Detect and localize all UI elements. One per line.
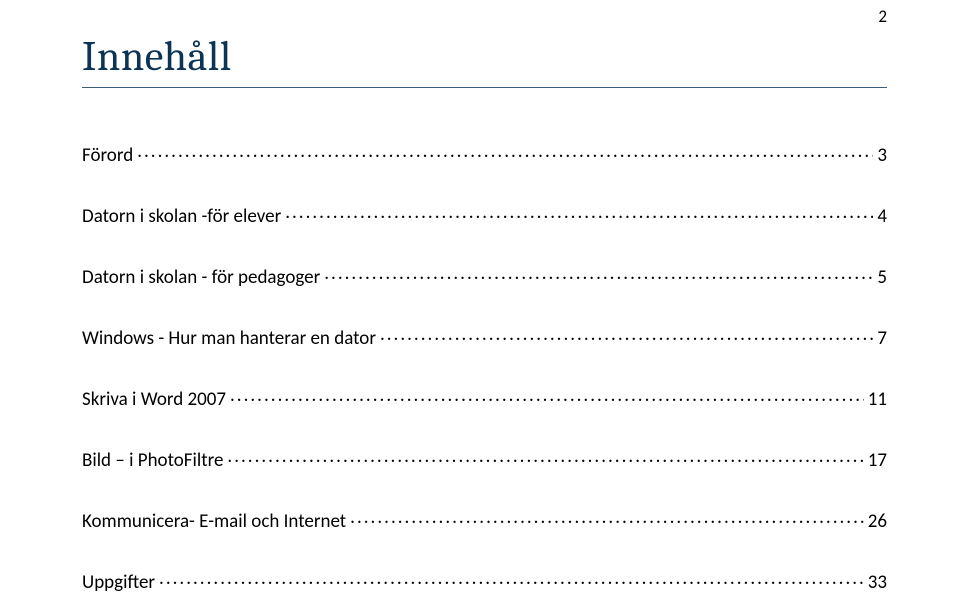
toc-page-number: 7 xyxy=(877,329,887,348)
toc-leader xyxy=(230,386,864,405)
table-of-contents: Förord 3 Datorn i skolan -för elever 4 D… xyxy=(82,142,887,608)
page-title: Innehåll xyxy=(82,32,887,81)
toc-label: Bild – i PhotoFiltre xyxy=(82,451,223,470)
toc-page-number: 26 xyxy=(868,512,887,531)
toc-leader xyxy=(350,508,864,527)
toc-page-number: 4 xyxy=(877,207,887,226)
toc-page-number: 5 xyxy=(877,268,887,287)
toc-label: Datorn i skolan -för elever xyxy=(82,207,281,226)
toc-label: Uppgifter xyxy=(82,573,155,592)
title-underline xyxy=(82,87,887,88)
toc-leader xyxy=(227,447,863,466)
toc-leader xyxy=(324,264,873,283)
toc-label: Kommunicera- E-mail och Internet xyxy=(82,512,346,531)
toc-page-number: 3 xyxy=(877,146,887,165)
toc-entry: Windows - Hur man hanterar en dator 7 xyxy=(82,325,887,348)
toc-label: Skriva i Word 2007 xyxy=(82,390,226,409)
toc-leader xyxy=(159,569,864,588)
toc-entry: Kommunicera- E-mail och Internet 26 xyxy=(82,508,887,531)
toc-leader xyxy=(380,325,873,344)
toc-entry: Datorn i skolan - för pedagoger 5 xyxy=(82,264,887,287)
toc-label: Förord xyxy=(82,146,133,165)
toc-page-number: 17 xyxy=(868,451,887,470)
toc-entry: Skriva i Word 2007 11 xyxy=(82,386,887,409)
toc-entry: Datorn i skolan -för elever 4 xyxy=(82,203,887,226)
toc-entry: Bild – i PhotoFiltre 17 xyxy=(82,447,887,470)
toc-page-number: 33 xyxy=(868,573,887,592)
toc-label: Datorn i skolan - för pedagoger xyxy=(82,268,320,287)
document-page: 2 Innehåll Förord 3 Datorn i skolan -för… xyxy=(0,0,959,608)
toc-label: Windows - Hur man hanterar en dator xyxy=(82,329,376,348)
page-number: 2 xyxy=(878,6,887,27)
toc-page-number: 11 xyxy=(868,390,887,409)
toc-leader xyxy=(137,142,873,161)
toc-entry: Förord 3 xyxy=(82,142,887,165)
toc-entry: Uppgifter 33 xyxy=(82,569,887,592)
toc-leader xyxy=(285,203,873,222)
